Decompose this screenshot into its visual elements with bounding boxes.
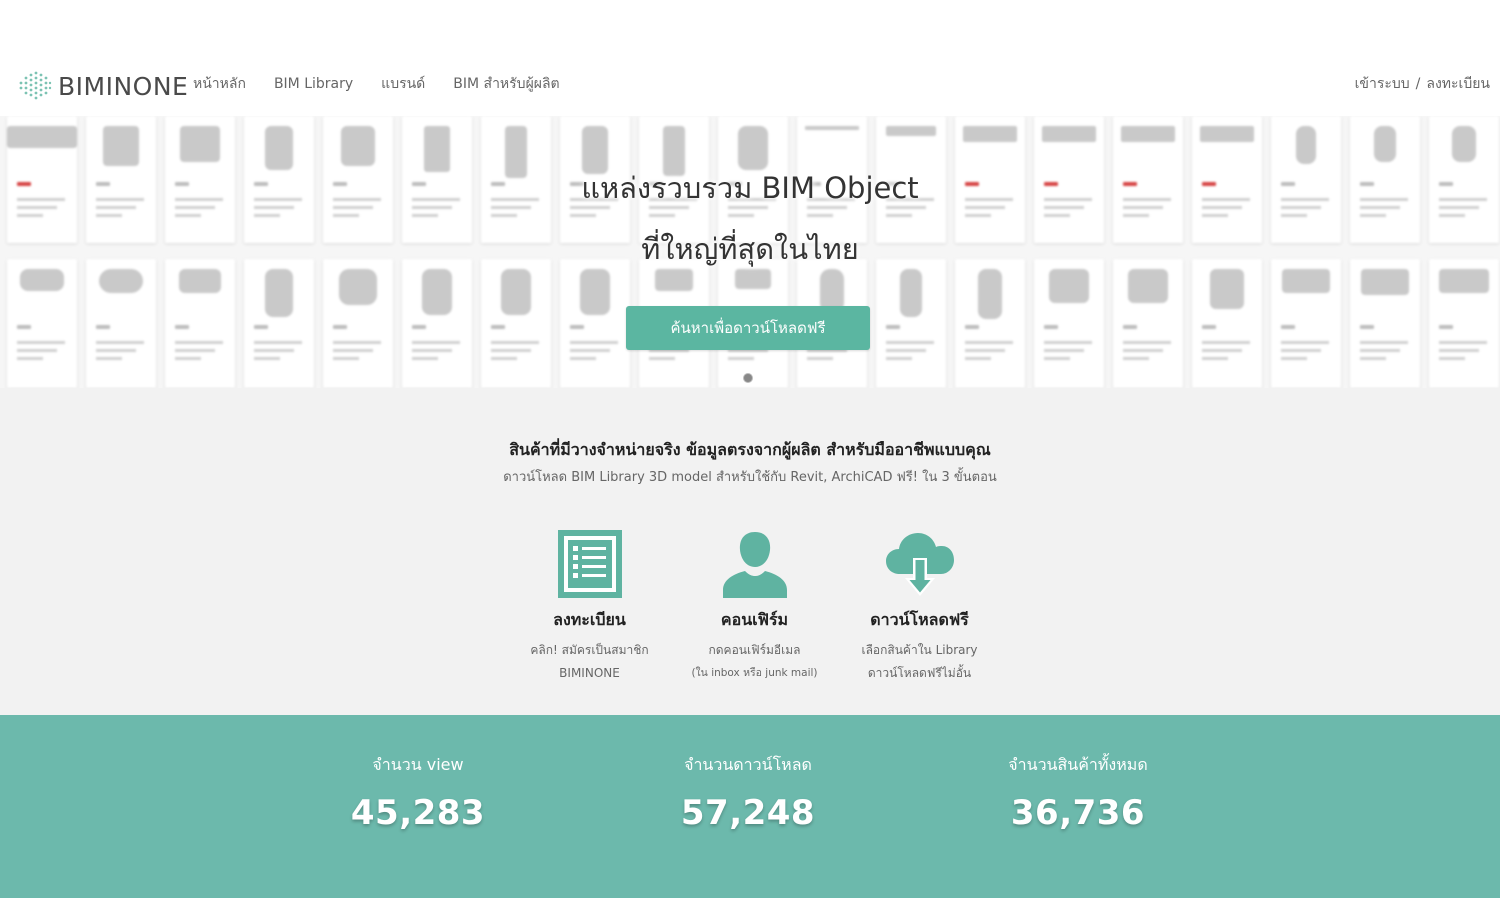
hero-banner: แหล่งรวบรวม BIM Object ที่ใหญ่ที่สุดในไท… <box>0 116 1500 388</box>
step-description: BIMINONE <box>559 666 620 680</box>
stat-value: 36,736 <box>1010 793 1146 833</box>
stat-label: จำนวนดาวน์โหลด <box>684 755 812 774</box>
step-title: ดาวน์โหลดฟรี <box>870 610 969 629</box>
logo-text: BIMINONE <box>58 71 189 101</box>
step-description: กดคอนเฟิร์มอีเมล <box>708 643 801 657</box>
stat-products: จำนวนสินค้าทั้งหมด 36,736 <box>928 753 1228 833</box>
steps: ลงทะเบียน คลิก! สมัครเป็นสมาชิก BIMINONE… <box>507 523 1002 685</box>
info-section: สินค้าที่มีวางจำหน่ายจริง ข้อมูลตรงจากผู… <box>0 388 1500 715</box>
logo[interactable]: BIMINONE <box>18 68 188 104</box>
stats-section: จำนวน view 45,283 จำนวนดาวน์โหลด 57,248 … <box>0 715 1500 898</box>
stat-value: 57,248 <box>680 793 816 833</box>
stat-label: จำนวน view <box>372 755 464 774</box>
step-description: (ใน inbox หรือ junk mail) <box>691 667 818 679</box>
nav-bim-for-manufacturers[interactable]: BIM สำหรับผู้ผลิต <box>453 73 559 95</box>
step-confirm: คอนเฟิร์ม กดคอนเฟิร์มอีเมล (ใน inbox หรื… <box>672 523 837 685</box>
hero-title-line: ที่ใหญ่ที่สุดในไทย <box>641 232 859 266</box>
stat-label: จำนวนสินค้าทั้งหมด <box>1008 755 1148 774</box>
auth-links: เข้าระบบ / ลงทะเบียน <box>1355 73 1490 95</box>
main-nav: หน้าหลัก BIM Library แบรนด์ BIM สำหรับผู… <box>193 73 560 95</box>
auth-separator: / <box>1415 76 1421 92</box>
step-description: คลิก! สมัครเป็นสมาชิก <box>530 643 649 657</box>
step-description: เลือกสินค้าใน Library <box>861 643 978 657</box>
hero-title: แหล่งรวบรวม BIM Object ที่ใหญ่ที่สุดในไท… <box>0 158 1500 280</box>
list-icon <box>557 530 622 598</box>
step-download: ดาวน์โหลดฟรี เลือกสินค้าใน Library ดาวน์… <box>837 523 1002 685</box>
stat-views: จำนวน view 45,283 <box>268 753 568 833</box>
step-title: ลงทะเบียน <box>553 610 626 629</box>
site-header: BIMINONE หน้าหลัก BIM Library แบรนด์ BIM… <box>0 0 1500 116</box>
logo-dots-icon <box>19 71 52 100</box>
user-icon <box>722 532 787 598</box>
hero-title-line: แหล่งรวบรวม BIM Object <box>581 171 919 205</box>
stat-downloads: จำนวนดาวน์โหลด 57,248 <box>598 753 898 833</box>
register-link[interactable]: ลงทะเบียน <box>1426 73 1490 95</box>
login-link[interactable]: เข้าระบบ <box>1355 73 1410 95</box>
step-title: คอนเฟิร์ม <box>720 610 789 629</box>
nav-bim-library[interactable]: BIM Library <box>274 73 353 95</box>
info-headline: สินค้าที่มีวางจำหน่ายจริง ข้อมูลตรงจากผู… <box>509 440 991 459</box>
nav-brands[interactable]: แบรนด์ <box>381 73 425 95</box>
cloud-download-icon <box>885 533 954 596</box>
step-register: ลงทะเบียน คลิก! สมัครเป็นสมาชิก BIMINONE <box>507 523 672 685</box>
step-description: ดาวน์โหลดฟรีไม่อั้น <box>867 666 972 680</box>
info-subline: ดาวน์โหลด BIM Library 3D model สำหรับใช้… <box>503 470 997 485</box>
search-download-button[interactable]: ค้นหาเพื่อดาวน์โหลดฟรี <box>626 306 870 350</box>
stat-value: 45,283 <box>350 793 486 833</box>
carousel-indicator[interactable] <box>743 373 753 383</box>
nav-home[interactable]: หน้าหลัก <box>193 73 246 95</box>
